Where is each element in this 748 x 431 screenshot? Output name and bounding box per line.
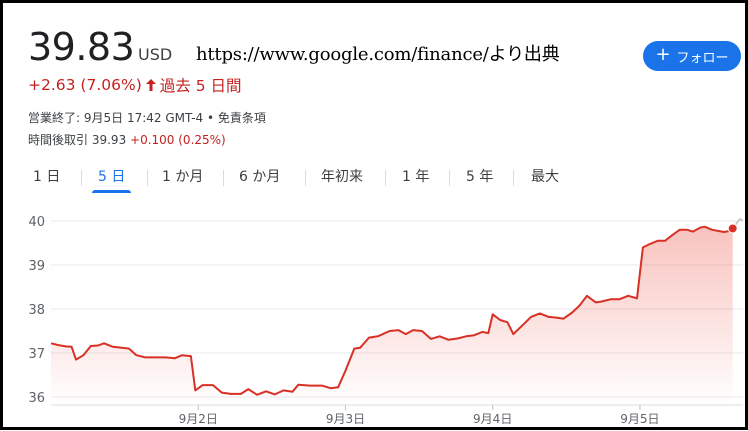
y-tick-label: 38 [28,303,45,318]
tab-5y[interactable]: 5 年 [460,163,499,193]
price-chart[interactable]: 36 37 38 39 40 9月2日 9月3日 9月4日 9月5日 [3,201,745,427]
x-tick-label: 9月4日 [473,412,512,426]
tab-6m[interactable]: 6 か月 [233,163,286,193]
arrow-up-icon [145,79,156,91]
plus-icon: + [655,44,671,65]
tab-separator [449,170,450,186]
last-price-dot [727,223,738,234]
tab-separator [305,170,306,186]
price-area-fill [51,226,733,405]
current-price: 39.83 [28,25,135,69]
tab-5d[interactable]: 5 日 [92,163,132,193]
quote-card: 39.83 USD https://www.google.com/finance… [0,0,748,430]
y-tick-label: 36 [28,391,45,406]
y-tick-label: 40 [28,215,45,230]
after-hours-label: 時間後取引 [28,133,89,147]
source-watermark: https://www.google.com/finance/より出典 [196,44,560,65]
tab-separator [513,170,514,186]
price-change: +2.63 (7.06%) 過去 5 日間 [28,74,241,96]
tab-separator [147,170,148,186]
y-tick-label: 37 [28,347,45,362]
tab-separator [81,170,82,186]
tab-1y[interactable]: 1 年 [396,163,435,193]
follow-button-label: フォロー [676,50,729,66]
tab-ytd[interactable]: 年初来 [315,163,369,193]
tab-max[interactable]: 最大 [525,163,565,193]
x-tick-label: 9月3日 [326,412,365,426]
y-tick-label: 39 [28,259,45,274]
x-tick-label: 9月2日 [179,412,218,426]
tab-1d[interactable]: 1 日 [27,163,66,193]
change-value: +2.63 (7.06%) [28,76,142,94]
tab-separator [385,170,386,186]
after-hours-price: 39.93 [91,133,127,147]
x-tick-label: 9月5日 [620,412,659,426]
after-hours-change: +0.100 (0.25%) [130,133,226,147]
change-period: 過去 5 日間 [159,77,242,95]
tab-separator [223,170,224,186]
tab-1m[interactable]: 1 か月 [156,163,209,193]
after-hours-info: 時間後取引 39.93 +0.100 (0.25%) [28,131,226,148]
close-info: 営業終了: 9月5日 17:42 GMT-4 • 免責条項 [28,111,266,125]
currency-label: USD [138,45,173,64]
follow-button[interactable]: + フォロー [643,41,741,71]
